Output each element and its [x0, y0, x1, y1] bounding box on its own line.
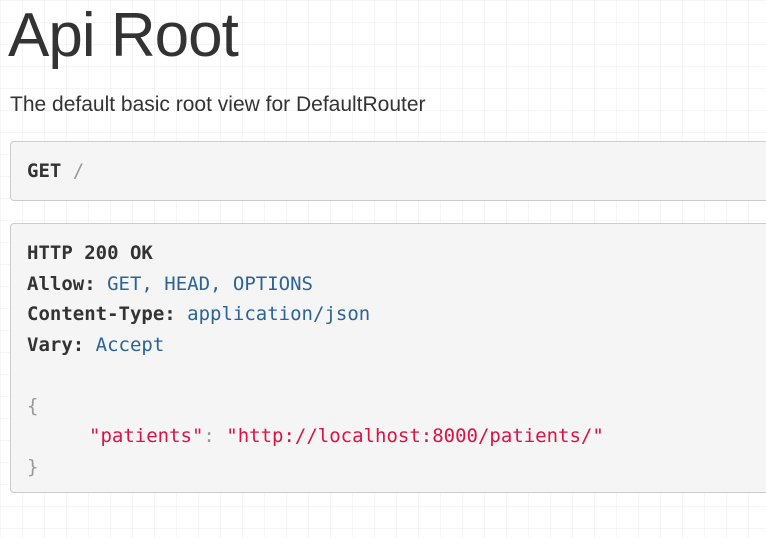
response-status: HTTP 200 OK — [27, 242, 153, 264]
request-line: GET / — [27, 157, 84, 185]
page-description: The default basic root view for DefaultR… — [10, 93, 426, 116]
request-method: GET — [27, 160, 62, 182]
header-name: Content-Type: — [27, 303, 176, 325]
request-path: / — [72, 160, 85, 182]
response-status-line: HTTP 200 OK — [27, 238, 604, 269]
json-close-brace: } — [27, 455, 39, 478]
header-name: Vary: — [27, 333, 85, 356]
response-info-panel: HTTP 200 OK Allow: GET, HEAD, OPTIONS Co… — [10, 223, 766, 493]
json-open-brace-line: { — [27, 391, 604, 422]
json-close-brace-line: } — [27, 452, 604, 483]
json-open-brace: { — [27, 394, 39, 417]
response-header-vary: Vary: Accept — [27, 330, 604, 361]
header-value: application/json — [187, 303, 371, 325]
header-value: GET, HEAD, OPTIONS — [107, 272, 313, 295]
response-content: HTTP 200 OK Allow: GET, HEAD, OPTIONS Co… — [27, 238, 604, 482]
request-info-panel: GET / — [10, 141, 766, 201]
header-name: Allow: — [27, 272, 96, 295]
page-title: Api Root — [8, 1, 239, 70]
json-key: "patients" — [89, 425, 204, 447]
json-entry-patients: "patients": "http://localhost:8000/patie… — [27, 421, 604, 452]
response-header-allow: Allow: GET, HEAD, OPTIONS — [27, 269, 604, 300]
header-value: Accept — [95, 333, 165, 356]
json-separator: : — [203, 425, 215, 447]
patients-link[interactable]: "http://localhost:8000/patients/" — [226, 425, 604, 447]
response-header-content-type: Content-Type: application/json — [27, 299, 604, 330]
